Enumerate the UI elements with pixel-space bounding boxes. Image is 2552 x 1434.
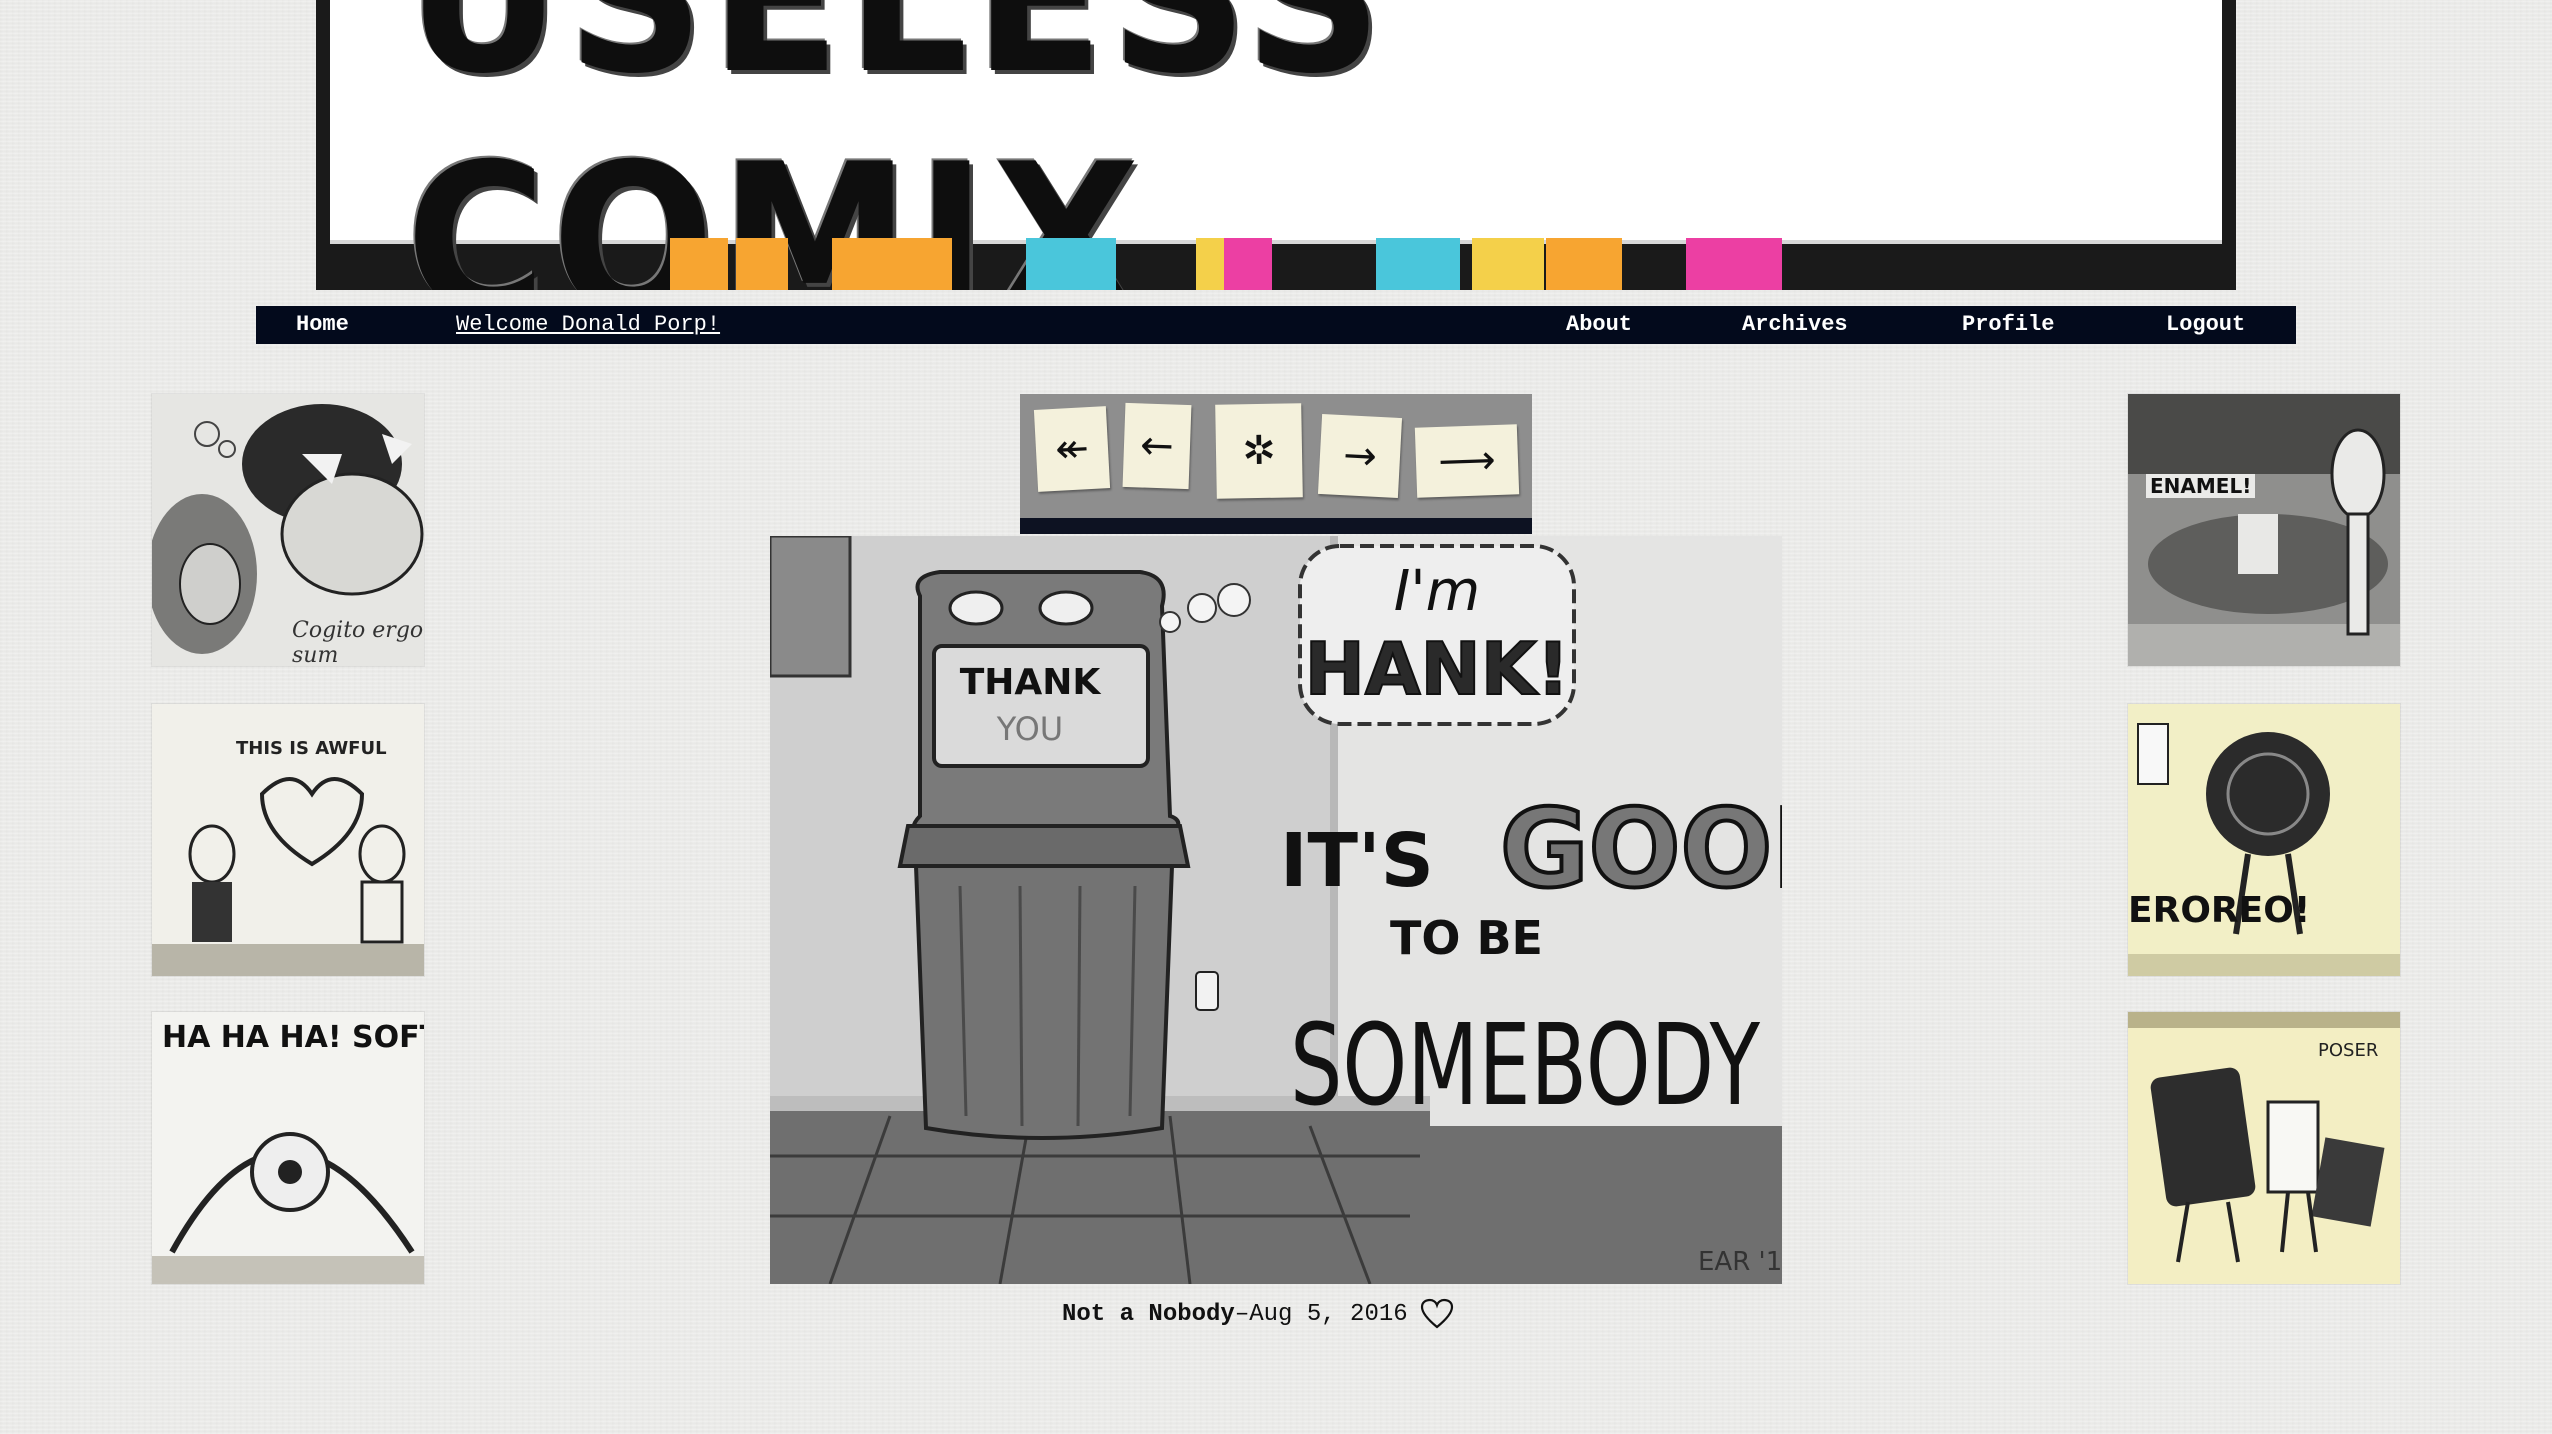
banner-tab — [1546, 238, 1622, 290]
thumbnail-caption: EROREO! — [2128, 890, 2311, 931]
comic-nav-strip — [1020, 518, 1532, 534]
main-comic-image: THANK YOU I'm HANK! IT'S GOOD TO BE SOME… — [770, 536, 1782, 1284]
site-banner[interactable]: USELESS COMIX — [316, 0, 2236, 290]
banner-tab — [832, 238, 952, 290]
thumbnail-caption: THIS IS AWFUL — [236, 738, 387, 759]
banner-tab — [1026, 238, 1116, 290]
previous-comic-button[interactable]: ← — [1122, 402, 1192, 490]
heart-icon[interactable] — [1420, 1298, 1454, 1330]
caption-separator: – — [1234, 1300, 1250, 1328]
nav-about-link[interactable]: About — [1566, 306, 1632, 344]
random-comic-button[interactable]: ✲ — [1215, 403, 1303, 499]
nav-archives-link[interactable]: Archives — [1742, 306, 1848, 344]
next-comic-button[interactable]: → — [1317, 413, 1403, 499]
banner-tab — [670, 238, 728, 290]
last-comic-button[interactable]: ⟶ — [1414, 424, 1520, 498]
banner-tab — [1376, 238, 1460, 290]
thumbnail-caption: POSER — [2318, 1040, 2379, 1061]
thumbnail-comic-right-2[interactable]: EROREO! — [2128, 704, 2400, 976]
thumbnail-comic-right-3[interactable]: POSER — [2128, 1012, 2400, 1284]
banner-tab — [1472, 238, 1544, 290]
comic-slogan-text: IT'S — [1280, 818, 1434, 904]
thumbnail-art — [2128, 394, 2400, 666]
comic-date: Aug 5, 2016 — [1249, 1300, 1408, 1328]
comic-caption: Not a Nobody – Aug 5, 2016 — [1062, 1296, 1454, 1332]
comic-speech-text: HANK! — [1305, 627, 1570, 711]
comic-navigation: ↞ ← ✲ → ⟶ — [1020, 394, 1532, 534]
thumbnail-caption: Cogito ergo sum — [292, 618, 424, 666]
thumbnail-art — [2128, 704, 2400, 976]
comic-slogan-text: SOMEBODY — [1290, 1001, 1760, 1131]
thumbnail-caption: ENAMEL! — [2146, 474, 2256, 498]
thumbnail-comic-left-3[interactable]: HA HA HA! SOFTWARE — [152, 1012, 424, 1284]
comic-speech-text: I'm — [1394, 559, 1480, 624]
main-navbar: Home Welcome Donald Porp! About Archives… — [256, 306, 2296, 344]
nav-home-link[interactable]: Home — [296, 306, 349, 344]
nav-welcome-user-link[interactable]: Welcome Donald Porp! — [456, 306, 720, 344]
banner-tab — [736, 238, 788, 290]
thumbnail-comic-right-1[interactable]: ENAMEL! — [2128, 394, 2400, 666]
comic-art: THANK YOU I'm HANK! IT'S GOOD TO BE SOME… — [770, 536, 1782, 1284]
thumbnail-caption: HA HA HA! SOFTWARE — [162, 1020, 424, 1055]
trash-label-text: YOU — [996, 710, 1063, 748]
first-comic-button[interactable]: ↞ — [1033, 406, 1111, 492]
banner-tab — [1686, 238, 1782, 290]
site-logo-title: USELESS COMIX — [405, 0, 1383, 290]
thumbnail-comic-left-1[interactable]: Cogito ergo sum — [152, 394, 424, 666]
comic-slogan-text: GOOD — [1500, 787, 1782, 912]
comic-slogan-text: TO BE — [1390, 911, 1543, 965]
nav-logout-link[interactable]: Logout — [2166, 306, 2245, 344]
trash-label-text: THANK — [960, 662, 1102, 703]
banner-tab — [1224, 238, 1272, 290]
nav-profile-link[interactable]: Profile — [1962, 306, 2054, 344]
comic-signature: EAR '14 — [1698, 1247, 1782, 1277]
comic-title: Not a Nobody — [1062, 1300, 1235, 1328]
banner-paper: USELESS COMIX — [330, 0, 2222, 290]
thumbnail-comic-left-2[interactable]: THIS IS AWFUL — [152, 704, 424, 976]
